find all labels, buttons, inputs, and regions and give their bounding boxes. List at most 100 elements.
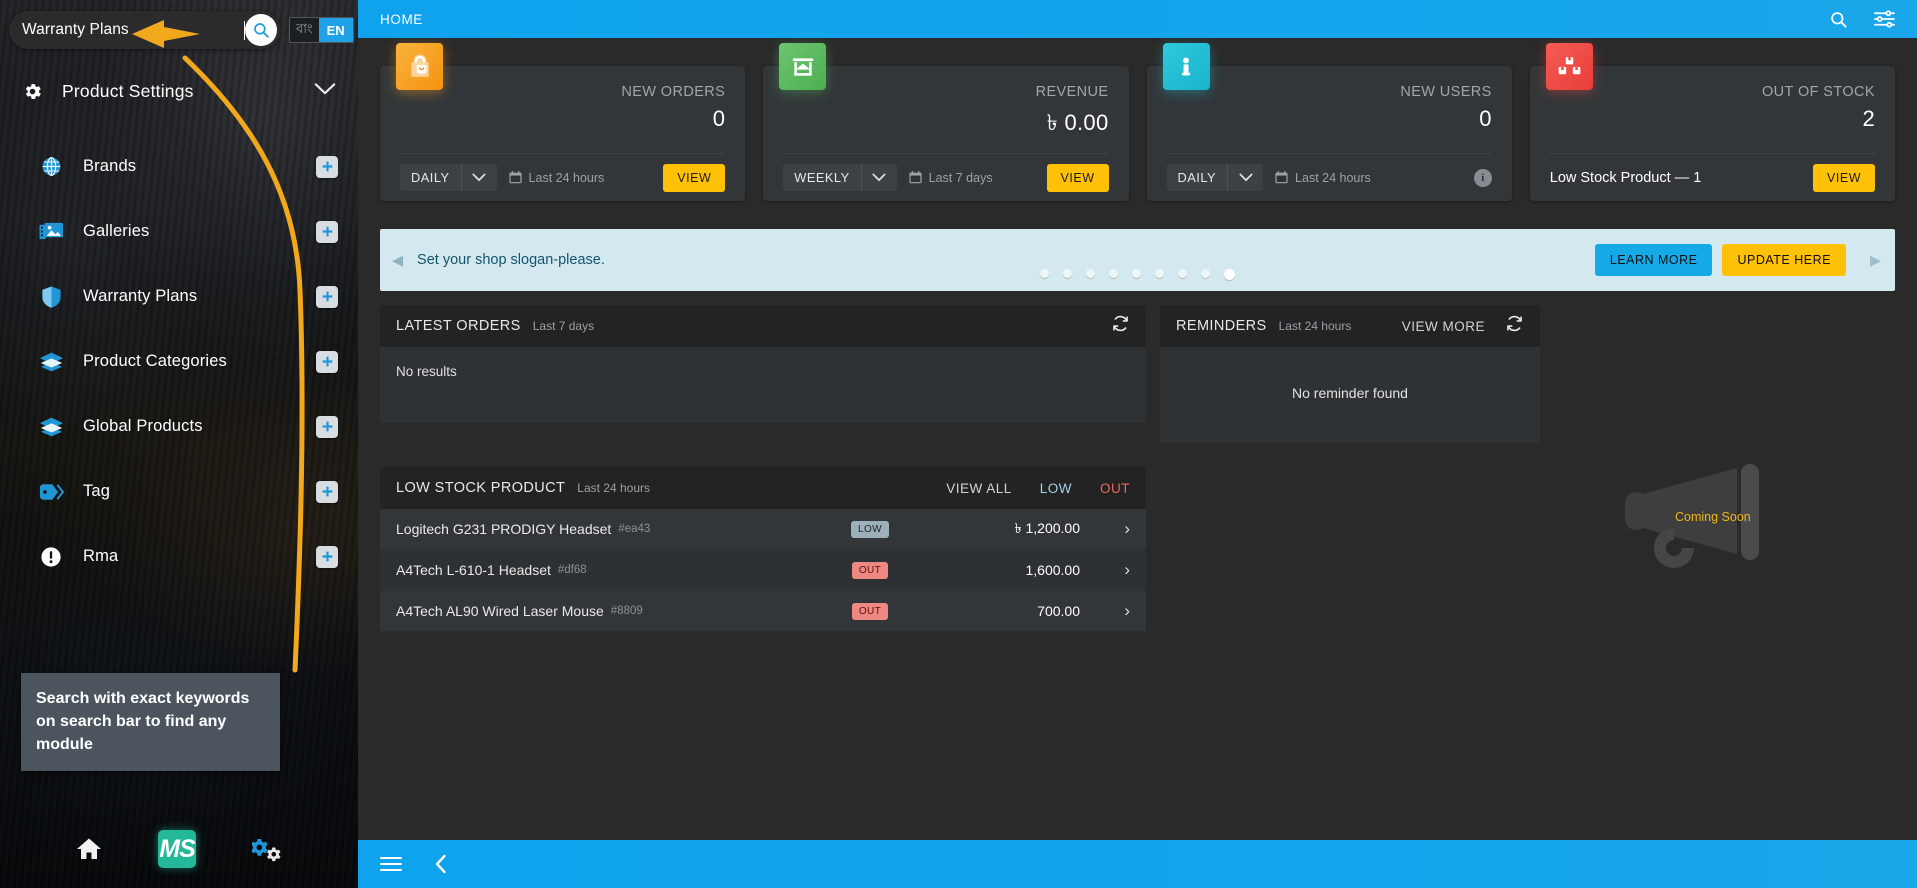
globe-icon — [38, 155, 64, 178]
low-stock-header: LOW STOCK PRODUCT Last 24 hours VIEW ALL… — [380, 467, 1146, 509]
status-badge: LOW — [851, 520, 889, 538]
sidebar-item-label: Product Categories — [83, 352, 227, 370]
panel-title: LATEST ORDERS — [396, 318, 521, 334]
shield-icon — [38, 285, 64, 309]
chevron-right-icon[interactable]: › — [1080, 519, 1130, 539]
panel-title: REMINDERS — [1176, 318, 1267, 334]
view-all-link[interactable]: VIEW ALL — [946, 481, 1012, 496]
language-option-bn[interactable]: বাং — [290, 18, 319, 42]
search-icon[interactable] — [1829, 10, 1848, 29]
sidebar-item-label: Global Products — [83, 417, 203, 435]
view-more-link[interactable]: VIEW MORE — [1402, 319, 1485, 334]
carousel-dot[interactable] — [1086, 269, 1095, 278]
slogan-text: Set your shop slogan-please. — [417, 252, 605, 268]
sidebar-item-rma[interactable]: Rma — [0, 524, 358, 589]
stat-footer: Low Stock Product — 1 VIEW — [1549, 153, 1875, 201]
view-button[interactable]: VIEW — [663, 163, 726, 192]
table-row[interactable]: A4Tech L-610-1 Headset #df68 OUT 1,600.0… — [380, 550, 1146, 591]
language-toggle[interactable]: বাং EN — [289, 17, 354, 43]
sidebar-item-galleries[interactable]: Galleries — [0, 199, 358, 264]
carousel-dot[interactable] — [1155, 269, 1164, 278]
carousel-next-icon[interactable]: ▸ — [1870, 249, 1881, 271]
stat-card-new-orders: NEW ORDERS 0 DAILY Last 24 hours VIEW — [380, 43, 746, 201]
sidebar-item-brands[interactable]: Brands — [0, 134, 358, 199]
period-selector[interactable]: DAILY — [1166, 164, 1264, 191]
add-global-product-button[interactable] — [316, 415, 338, 438]
stat-value: 2 — [1862, 106, 1875, 131]
hamburger-icon[interactable] — [380, 856, 402, 872]
chevron-right-icon[interactable]: › — [1080, 601, 1130, 621]
view-button[interactable]: VIEW — [1046, 163, 1109, 192]
slogan-banner: ◂ Set your shop slogan-please. LEARN MOR… — [380, 229, 1895, 291]
sidebar-item-warranty-plans[interactable]: Warranty Plans — [0, 264, 358, 329]
date-range-label: Last 24 hours — [528, 170, 605, 185]
sidebar-item-tag[interactable]: Tag — [0, 459, 358, 524]
carousel-dot-active[interactable] — [1224, 269, 1235, 280]
sidebar-item-global-products[interactable]: Global Products — [0, 394, 358, 459]
reminders-body: No reminder found — [1160, 347, 1540, 443]
language-option-en[interactable]: EN — [318, 18, 353, 42]
brand-logo[interactable]: MS — [158, 830, 196, 868]
add-rma-button[interactable] — [316, 545, 338, 568]
images-icon — [38, 220, 64, 243]
chevron-right-icon[interactable]: › — [1080, 560, 1130, 580]
sidebar-group-product-settings[interactable]: Product Settings — [0, 74, 358, 108]
refresh-icon[interactable] — [1505, 314, 1524, 338]
stat-label: OUT OF STOCK — [1761, 84, 1875, 100]
chevron-down-icon[interactable] — [314, 82, 336, 101]
carousel-dot[interactable] — [1040, 269, 1049, 278]
calendar-icon — [1275, 171, 1288, 184]
sidebar-item-label: Tag — [83, 482, 111, 500]
app-root: বাং EN Product Settings — [0, 0, 1917, 888]
home-icon[interactable] — [76, 837, 102, 861]
period-selector[interactable]: DAILY — [400, 164, 497, 191]
product-id: #ea43 — [618, 523, 651, 535]
view-button[interactable]: VIEW — [1813, 163, 1875, 192]
carousel-dot[interactable] — [1132, 269, 1141, 278]
sidebar-item-product-categories[interactable]: Product Categories — [0, 329, 358, 394]
boxes-icon — [1545, 43, 1593, 90]
empty-message: No reminder found — [1292, 385, 1408, 401]
latest-orders-body: No results — [380, 347, 1146, 423]
chevron-left-icon[interactable] — [434, 854, 447, 874]
coming-soon-label: Coming Soon — [1675, 510, 1751, 524]
search-box[interactable] — [9, 11, 281, 49]
product-id: #8809 — [610, 605, 643, 617]
chevron-down-icon[interactable] — [1227, 164, 1263, 191]
table-row[interactable]: A4Tech AL90 Wired Laser Mouse #8809 OUT … — [380, 591, 1146, 632]
carousel-prev-icon[interactable]: ◂ — [392, 249, 403, 271]
add-product-category-button[interactable] — [316, 350, 338, 373]
reminders-header: REMINDERS Last 24 hours VIEW MORE — [1160, 305, 1540, 347]
stat-footer: DAILY Last 24 hours VIEW — [400, 153, 726, 201]
carousel-dot[interactable] — [1178, 269, 1187, 278]
product-name: A4Tech AL90 Wired Laser Mouse — [396, 603, 604, 619]
carousel-dot[interactable] — [1063, 269, 1072, 278]
gears-icon[interactable] — [252, 836, 282, 862]
sidebar-item-label: Rma — [83, 547, 119, 565]
stat-footer: WEEKLY Last 7 days VIEW — [783, 153, 1109, 201]
search-button[interactable] — [245, 14, 277, 46]
column-header-low: LOW — [1039, 480, 1072, 496]
add-brand-button[interactable] — [316, 155, 338, 178]
main-area: HOME NEW ORDERS 0 DAILY Last 24 hours VI… — [358, 0, 1917, 888]
low-stock-panel: LOW STOCK PRODUCT Last 24 hours VIEW ALL… — [380, 467, 1146, 632]
add-warranty-plan-button[interactable] — [316, 285, 338, 308]
chevron-down-icon[interactable] — [460, 164, 497, 191]
period-selector[interactable]: WEEKLY — [783, 164, 897, 191]
panel-title: LOW STOCK PRODUCT — [396, 480, 566, 496]
add-tag-button[interactable] — [316, 480, 338, 503]
search-input[interactable] — [22, 21, 245, 39]
date-range-label: Last 24 hours — [1295, 170, 1371, 185]
info-tooltip-button[interactable]: i — [1473, 168, 1492, 187]
store-icon — [779, 43, 827, 90]
list-settings-icon[interactable] — [1874, 10, 1895, 28]
add-gallery-button[interactable] — [316, 220, 338, 243]
chevron-down-icon[interactable] — [860, 164, 897, 191]
bottom-bar — [358, 840, 1917, 888]
low-stock-table: Logitech G231 PRODIGY Headset #ea43 LOW … — [380, 509, 1146, 632]
table-row[interactable]: Logitech G231 PRODIGY Headset #ea43 LOW … — [380, 509, 1146, 550]
carousel-dot[interactable] — [1109, 269, 1118, 278]
product-price: 1,600.00 — [1025, 562, 1081, 578]
carousel-dot[interactable] — [1201, 269, 1210, 278]
refresh-icon[interactable] — [1111, 314, 1130, 338]
